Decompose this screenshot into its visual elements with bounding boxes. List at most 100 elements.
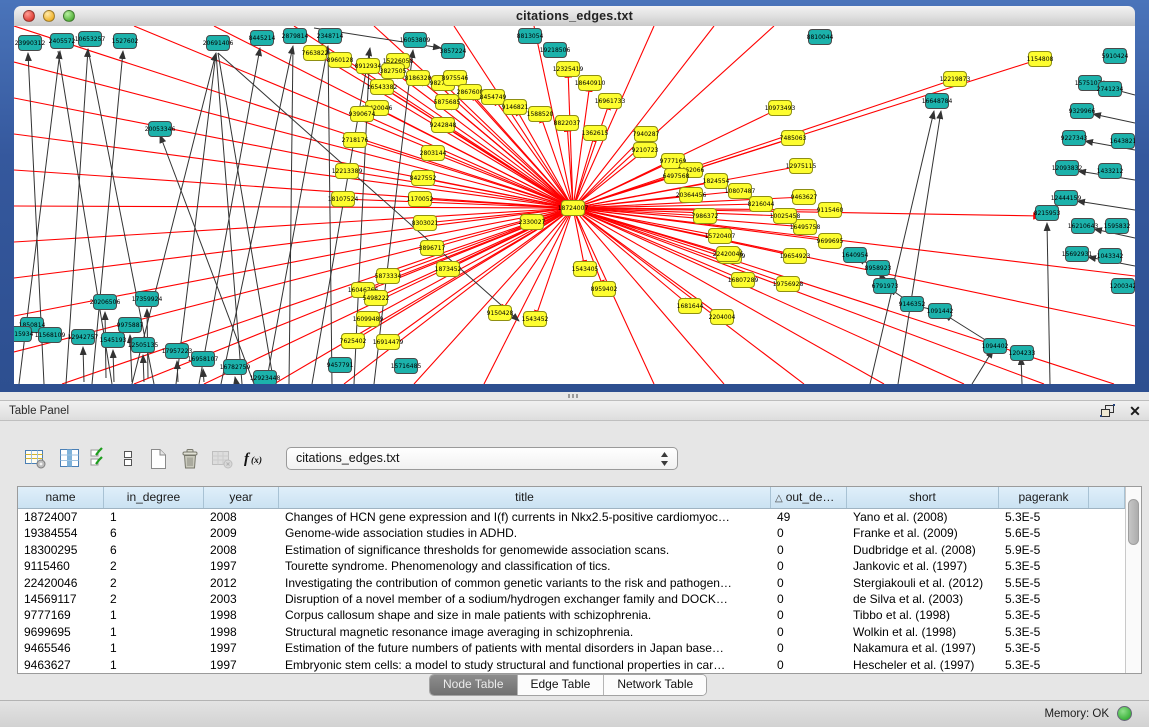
network-canvas[interactable]: 1872400776638228960128891293415226058382…	[14, 26, 1135, 384]
graph-node[interactable]: 20206506	[90, 295, 121, 310]
graph-node[interactable]: 16782759	[220, 360, 251, 375]
graph-node[interactable]: 16807289	[728, 273, 759, 288]
column-header-in_degree[interactable]: in_degree	[104, 487, 204, 508]
table-row[interactable]: 977716911998Corpus callosum shape and si…	[18, 607, 1141, 623]
graph-node[interactable]: 8810044	[807, 30, 834, 45]
graph-node[interactable]: 7625402	[340, 334, 367, 349]
table-row[interactable]: 1938455462009Genome-wide association stu…	[18, 525, 1141, 541]
graph-node[interactable]: 1094402	[982, 339, 1009, 354]
table-row[interactable]: 911546021997Tourette syndrome. Phenomeno…	[18, 558, 1141, 574]
graph-node[interactable]: 20691406	[203, 36, 234, 51]
graph-node[interactable]: 1543452	[522, 312, 549, 327]
graph-node[interactable]: 1595832	[1104, 219, 1131, 234]
graph-node[interactable]: 22420046	[713, 247, 744, 262]
graph-node[interactable]: 3827505	[380, 64, 407, 79]
graph-node[interactable]: 16543382	[367, 80, 398, 95]
graph-node[interactable]: 8215953	[1034, 206, 1061, 221]
graph-node[interactable]: 9975887	[117, 318, 144, 333]
graph-node[interactable]: 12942757	[68, 330, 99, 345]
table-row[interactable]: 946362711997Embryonic stem cells: a mode…	[18, 657, 1141, 673]
tab-node-table[interactable]: Node Table	[430, 675, 517, 695]
column-header-filler[interactable]	[1089, 487, 1125, 508]
graph-node[interactable]: 19218506	[540, 43, 571, 58]
splitter-grip-icon[interactable]	[568, 394, 580, 398]
column-header-out_de…[interactable]: △out_de…	[771, 487, 847, 508]
memory-status-icon[interactable]	[1117, 706, 1132, 721]
graph-node[interactable]: 16099489	[353, 312, 384, 327]
table-row[interactable]: 946554611997Estimation of the future num…	[18, 640, 1141, 656]
graph-node[interactable]: 11568109	[35, 328, 66, 343]
graph-node[interactable]: 8912934	[355, 59, 382, 74]
graph-node[interactable]: 12093832	[1052, 161, 1083, 176]
graph-node[interactable]: 9146821	[502, 100, 529, 115]
graph-node[interactable]: 8454749	[480, 90, 507, 105]
graph-node[interactable]: 16053809	[400, 33, 431, 48]
graph-node[interactable]: 9210723	[632, 143, 659, 158]
graph-node[interactable]: 8186328	[405, 71, 432, 86]
graph-node[interactable]: 2879814	[282, 29, 309, 44]
graph-node[interactable]: 8959402	[591, 282, 618, 297]
graph-node[interactable]: 15720407	[705, 229, 736, 244]
graph-node[interactable]: 18107524	[328, 192, 359, 207]
graph-node[interactable]: 9699695	[817, 234, 844, 249]
graph-node[interactable]: 8822037	[554, 116, 581, 131]
graph-node[interactable]: 1873452	[435, 262, 462, 277]
graph-node[interactable]: 1681644	[677, 299, 704, 314]
graph-node[interactable]: 7663822	[302, 46, 329, 61]
graph-node[interactable]: 12325419	[553, 62, 584, 77]
graph-node[interactable]: 9146352	[899, 297, 926, 312]
graph-node[interactable]: 1091442	[927, 304, 954, 319]
graph-node[interactable]: 23990312	[15, 36, 46, 51]
graph-node[interactable]: 9227343	[1061, 131, 1088, 146]
graph-node[interactable]: 8813054	[517, 29, 544, 44]
graph-node[interactable]: 8975546	[442, 71, 469, 86]
table-selector-dropdown[interactable]: citations_edges.txt	[286, 447, 678, 470]
graph-node[interactable]: 16210643	[1068, 219, 1099, 234]
graph-node[interactable]: 9390674	[349, 107, 376, 122]
graph-node[interactable]: 6791973	[872, 279, 899, 294]
graph-node[interactable]: 5910424	[1102, 49, 1129, 64]
graph-node[interactable]: 9242848	[430, 118, 457, 133]
network-graph[interactable]: 1872400776638228960128891293415226058382…	[14, 26, 1135, 384]
panel-splitter[interactable]	[0, 392, 1149, 400]
column-header-pagerank[interactable]: pagerank	[999, 487, 1089, 508]
table-options-icon[interactable]	[22, 445, 50, 473]
graph-node[interactable]: 3857224	[440, 44, 467, 59]
graph-node[interactable]: 20364456	[676, 188, 707, 203]
graph-node[interactable]: 16958107	[188, 352, 219, 367]
graph-node[interactable]: 2204004	[709, 310, 736, 325]
graph-node[interactable]: 12975115	[786, 159, 817, 174]
graph-node[interactable]: 20053346	[145, 122, 176, 137]
graph-node[interactable]: 1362615	[582, 126, 609, 141]
function-icon[interactable]: f (x)	[240, 445, 268, 473]
graph-node[interactable]: 8958923	[865, 261, 892, 276]
graph-node[interactable]: 19654923	[780, 249, 811, 264]
graph-node[interactable]: 7485063	[780, 131, 807, 146]
graph-node[interactable]: 3896717	[419, 241, 446, 256]
graph-node[interactable]: 1154808	[1027, 52, 1054, 67]
graph-node[interactable]: 15692931	[1062, 247, 1093, 262]
graph-node[interactable]: 2803144	[420, 146, 447, 161]
graph-node[interactable]: 2348714	[317, 29, 344, 44]
graph-node[interactable]: 8216044	[748, 197, 775, 212]
graph-node[interactable]: 1200342	[1110, 279, 1135, 294]
graph-node[interactable]: 10025458	[770, 209, 801, 224]
graph-node[interactable]: 2330027	[519, 215, 546, 230]
graph-node[interactable]: 1433212	[1097, 164, 1124, 179]
graph-node[interactable]: 1170052	[407, 192, 434, 207]
tab-edge-table[interactable]: Edge Table	[517, 675, 604, 695]
new-file-icon[interactable]	[144, 445, 172, 473]
graph-node[interactable]: 5498222	[363, 291, 390, 306]
graph-node[interactable]: 8303021	[412, 216, 439, 231]
graph-node[interactable]: 9115460	[817, 203, 844, 218]
graph-node[interactable]: 15716485	[391, 359, 422, 374]
graph-node[interactable]: 8960128	[327, 53, 354, 68]
graph-node[interactable]: 6497568	[663, 169, 690, 184]
graph-node[interactable]: 9329966	[1069, 104, 1096, 119]
graph-node[interactable]: 1824554	[703, 174, 730, 189]
network-window-titlebar[interactable]: citations_edges.txt	[14, 6, 1135, 27]
graph-node[interactable]: 7940287	[633, 127, 660, 142]
graph-node[interactable]: 10807487	[725, 184, 756, 199]
graph-node[interactable]: 17359924	[132, 292, 163, 307]
graph-node[interactable]: 19756928	[773, 277, 804, 292]
